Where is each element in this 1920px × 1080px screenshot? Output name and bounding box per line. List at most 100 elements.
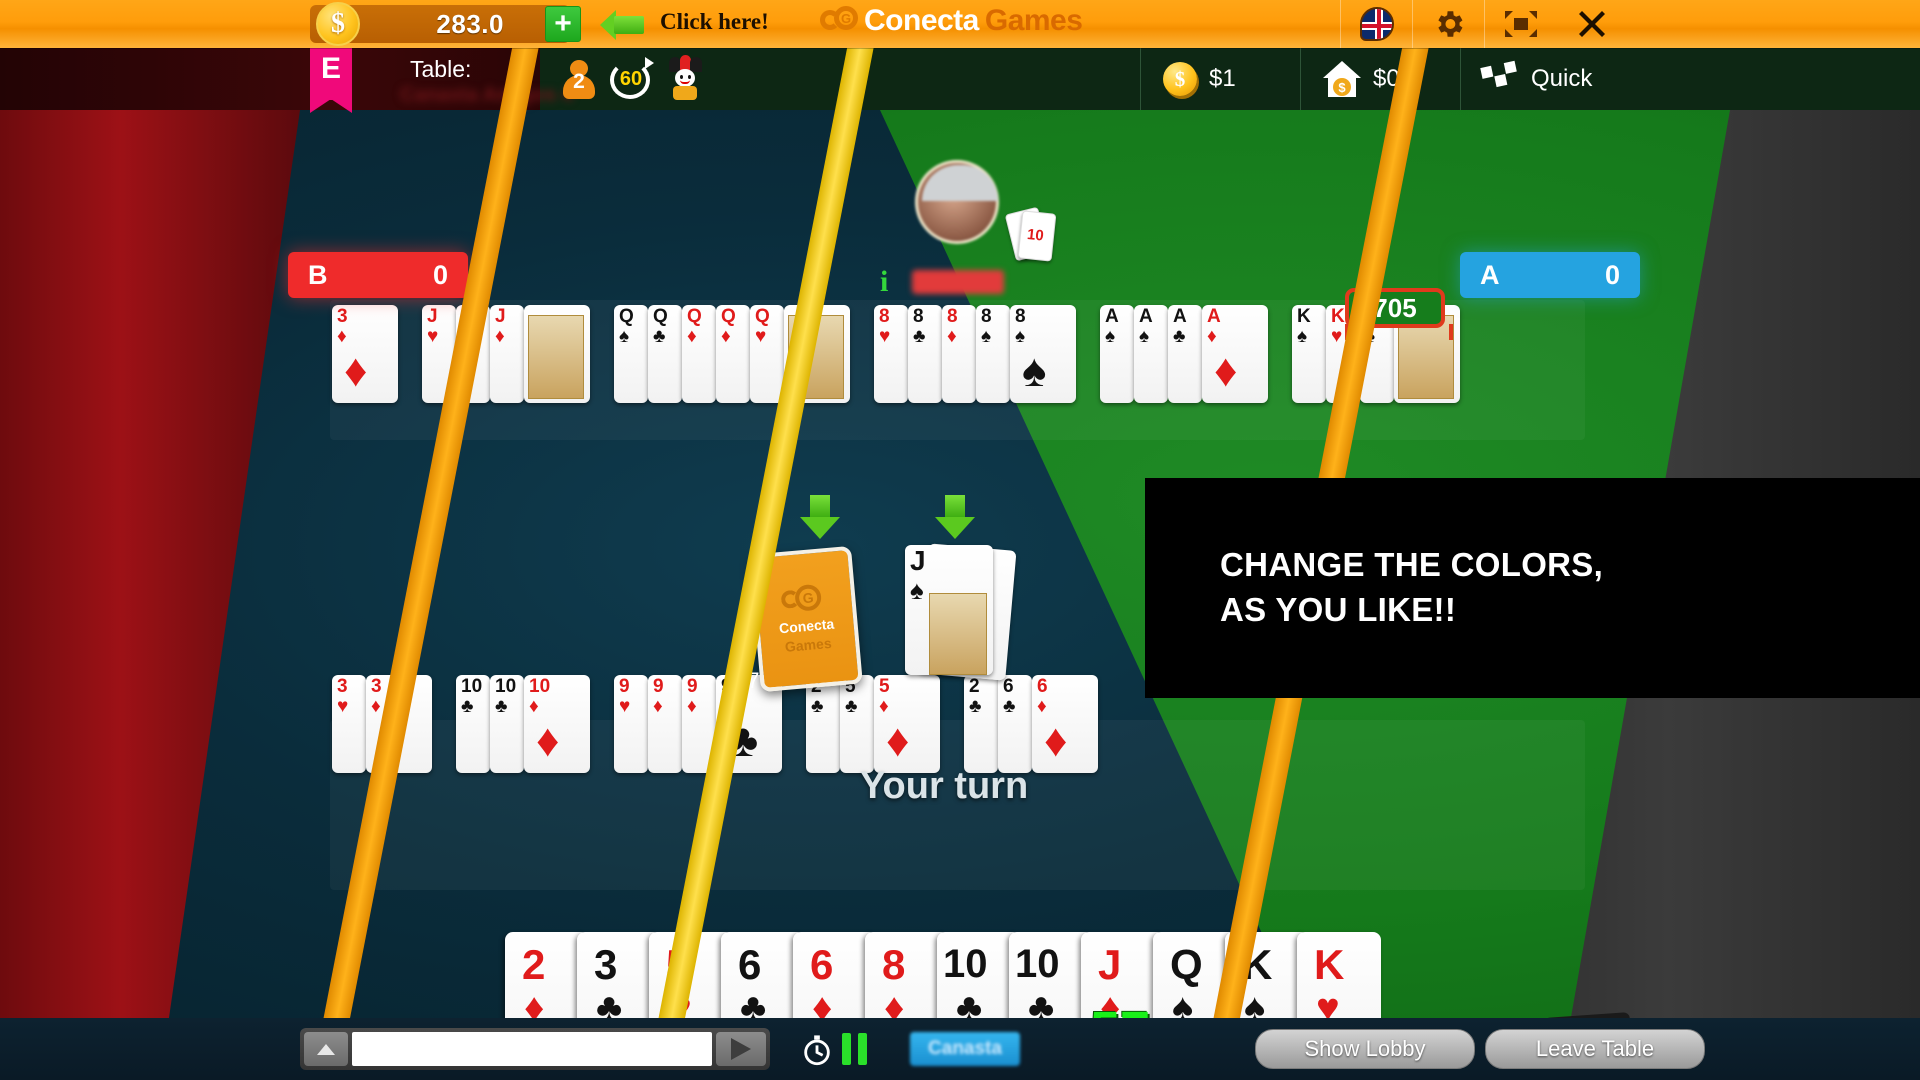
meld-card[interactable]: Q ♠ [614,305,648,403]
meld-card[interactable]: A ♣ [1168,305,1202,403]
hand-card-rank: 10 [1015,942,1060,986]
meld-card[interactable]: 5 ♣ [840,675,874,773]
house-icon: $ [1323,61,1361,97]
meld-card[interactable]: Q ♥ [750,305,784,403]
send-icon[interactable] [716,1032,766,1066]
checkered-flag-icon [1480,60,1521,98]
card-big-suit: ♦ [536,714,560,766]
entry-fee-segment: $ $1 [1140,48,1258,110]
meld-card[interactable]: Q ♦ [682,305,716,403]
meld-card[interactable]: 3♦♦ [332,305,398,403]
card-big-suit: ♦ [1044,714,1068,766]
meld-card[interactable]: A ♦ ♦ [1202,305,1268,403]
avatar[interactable] [915,160,999,244]
card-rank: J [495,306,506,327]
meld-card[interactable]: 6 ♣ [998,675,1032,773]
meld-card[interactable]: K♠ [1292,305,1326,403]
close-button[interactable] [1556,0,1628,48]
card-rank: K [1297,306,1311,327]
chat-input[interactable] [352,1032,712,1066]
fullscreen-button[interactable] [1484,0,1556,48]
hand-card-rank: K [1314,941,1345,988]
table-label: Table: [410,56,472,82]
meld-card[interactable]: 6 ♦ ♦ [1032,675,1098,773]
brand-logo: G Conecta Games [820,4,1083,38]
meld-card[interactable]: 9 ♦ [648,675,682,773]
meld-card[interactable] [524,305,590,403]
meld-card[interactable]: 8 ♦ [942,305,976,403]
info-icon[interactable]: i [880,265,888,299]
chat-bar [300,1028,770,1070]
quick-segment[interactable]: Quick [1460,48,1614,110]
meld-card[interactable]: 8 ♠ [976,305,1010,403]
score-team-a[interactable]: A 0 [1460,252,1640,298]
stopwatch-icon [800,1034,834,1068]
canasta-button[interactable]: Canasta [910,1032,1020,1066]
card-big-suit: ♦ [1214,344,1238,396]
card-rank: 6 [1037,676,1048,697]
click-here-label[interactable]: Click here! [660,9,769,35]
meld-card[interactable]: 8 ♥ [874,305,908,403]
meld-card[interactable]: 2♣ [806,675,840,773]
meld-card[interactable]: 9 ♥ [614,675,648,773]
discard-suit: ♠ [910,575,924,605]
card-suit: ♣ [653,326,666,347]
meld-card[interactable]: 10 ♣ [456,675,490,773]
uk-flag-icon [1359,7,1394,41]
card-rank: Q [687,306,702,327]
meld-card[interactable]: A ♠ [1100,305,1134,403]
card-rank: 9 [687,676,698,697]
card-suit: ♣ [1173,326,1186,347]
opponent-card-value: 10 [1026,226,1045,245]
card-rank: A [1139,306,1153,327]
chevron-up-icon[interactable] [304,1032,348,1066]
meld-card[interactable]: J ♦ [490,305,524,403]
meld-card[interactable]: 5 ♦ ♦ [874,675,940,773]
score-team-b[interactable]: B 0 [288,252,468,298]
coin-icon: $ [316,2,360,46]
meld-card[interactable]: 10 ♣ [490,675,524,773]
brand-name-2: Games [984,4,1083,37]
card-rank: 8 [981,306,992,327]
card-suit: ♣ [1003,696,1016,717]
deck-logo-line2: Games [784,634,833,655]
card-rank: A [1207,306,1221,327]
deck-logo-icon: G [780,583,828,617]
hand-card-rank: J [1098,941,1122,988]
settings-button[interactable] [1412,0,1484,48]
meld-card[interactable]: Q ♦ [716,305,750,403]
meld-card[interactable]: A ♠ [1134,305,1168,403]
hand-card-rank: 2 [522,941,546,988]
meld-card[interactable]: 8 ♠ ♠ [1010,305,1076,403]
card-suit: ♦ [495,326,505,347]
team-b-label: B [308,259,328,290]
close-icon [1574,6,1610,42]
meld-card[interactable]: 8 ♣ [908,305,942,403]
show-lobby-button[interactable]: Show Lobby [1255,1029,1475,1069]
meld-card[interactable]: 10 ♦ ♦ [524,675,590,773]
card-suit: ♦ [653,696,663,717]
meld-card[interactable]: Q ♣ [648,305,682,403]
leave-table-button[interactable]: Leave Table [1485,1029,1705,1069]
team-a-label: A [1480,259,1500,290]
expand-icon [1503,9,1539,39]
card-rank: 2 [969,676,980,697]
card-suit: ♠ [1105,326,1116,347]
card-big-suit: ♦ [886,714,910,766]
table-info-bar: E Table: Canasta Amigos 4 2 60 $ $1 $ Qu… [0,38,1920,113]
card-suit: ♠ [619,326,630,347]
meld-card[interactable]: 3 ♥ [332,675,366,773]
card-rank: Q [653,306,668,327]
meld-card[interactable]: 2♣ [964,675,998,773]
language-button[interactable] [1340,0,1412,48]
card-suit: ♦ [687,326,697,347]
card-rank: Q [755,306,770,327]
card-rank: 3 [371,676,382,697]
hand-card-rank: 6 [738,941,762,988]
card-big-suit: ♦ [344,344,368,396]
add-credits-button[interactable]: + [545,6,581,42]
brand-name-1: Conecta [864,4,979,37]
card-suit: ♦ [687,696,697,717]
card-big-suit: ♠ [1022,344,1047,396]
card-rank: K [1331,306,1345,327]
